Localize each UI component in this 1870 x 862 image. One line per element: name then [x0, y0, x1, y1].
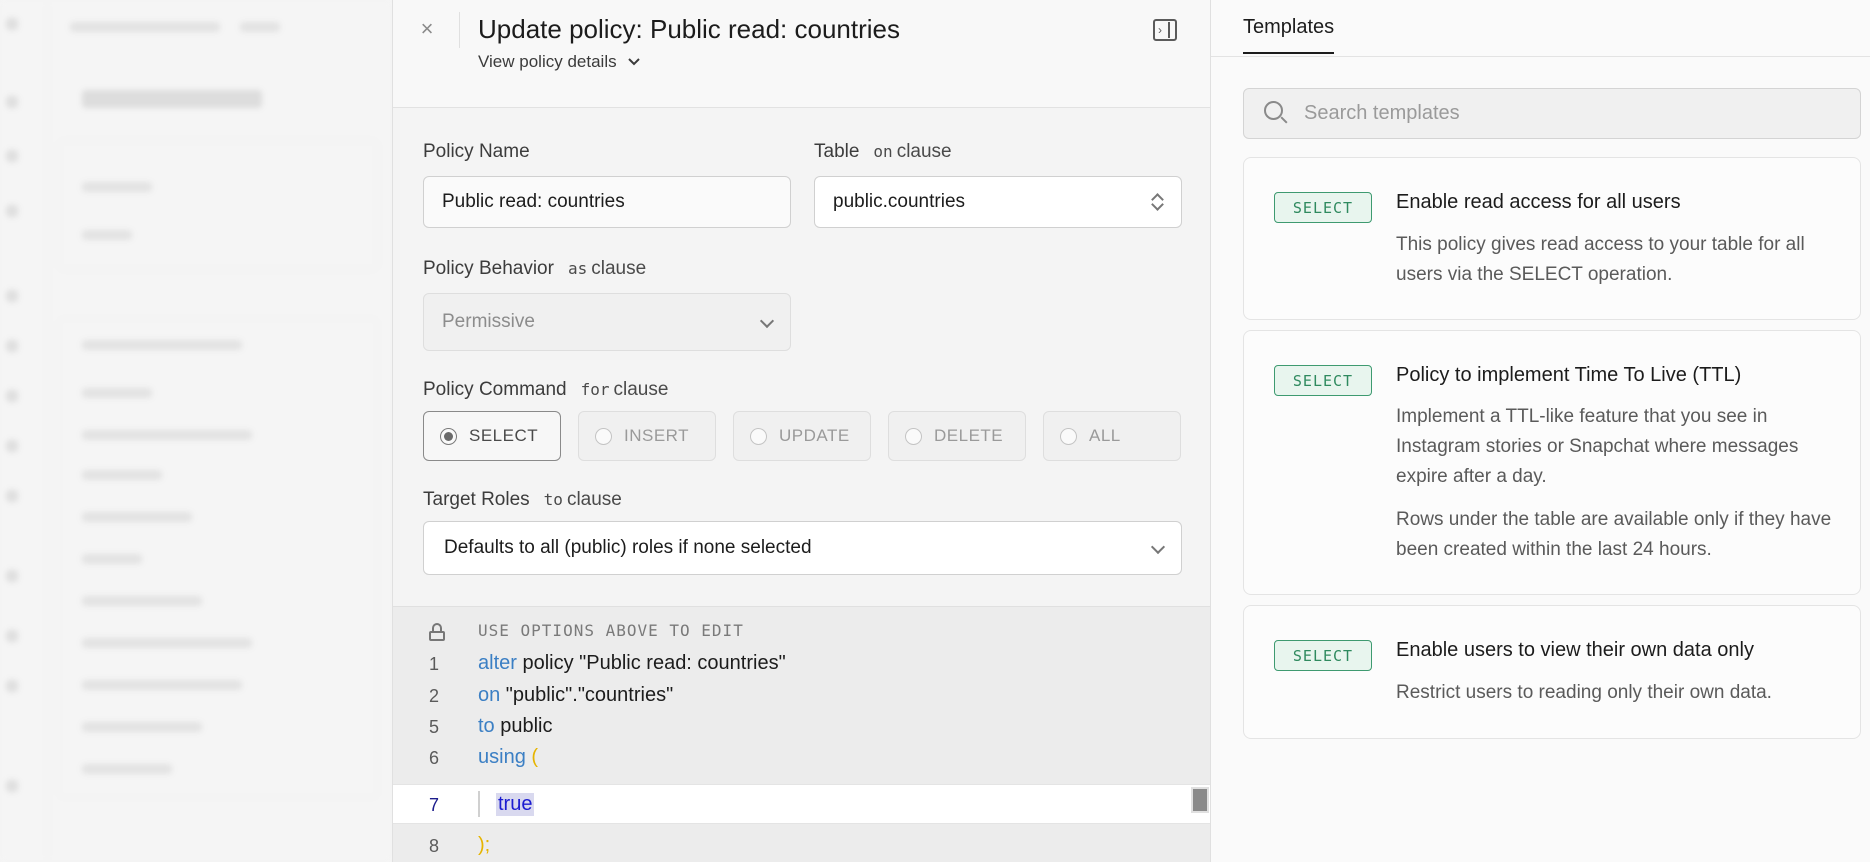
command-option-all[interactable]: ALL — [1043, 411, 1181, 461]
command-option-update[interactable]: UPDATE — [733, 411, 871, 461]
roles-clause-keyword: to — [543, 490, 563, 509]
code-cursor — [478, 791, 480, 817]
view-policy-details-label: View policy details — [478, 52, 617, 71]
template-description: This policy gives read access to your ta… — [1396, 234, 1805, 285]
code-selected-text: true — [496, 793, 535, 816]
template-title: Enable users to view their own data only — [1396, 639, 1754, 661]
command-option-delete[interactable]: DELETE — [888, 411, 1026, 461]
code-keyword: using — [478, 746, 526, 768]
command-option-label: DELETE — [934, 426, 1004, 445]
command-option-label: UPDATE — [779, 426, 850, 445]
command-option-select[interactable]: SELECT — [423, 411, 561, 461]
template-search[interactable] — [1243, 88, 1861, 139]
radio-selected-icon — [440, 427, 457, 445]
background-nav-rail — [0, 0, 48, 862]
behavior-clause-word: clause — [591, 258, 647, 279]
template-description-extra: Rows under the table are available only … — [1396, 509, 1832, 560]
behavior-clause-keyword: as — [567, 259, 588, 278]
code-paren: ( — [525, 746, 539, 768]
template-card[interactable]: SELECT Enable users to view their own da… — [1243, 605, 1861, 739]
radio-icon — [595, 427, 612, 445]
template-card[interactable]: SELECT Enable read access for all users … — [1243, 157, 1861, 320]
command-label: Policy Command for clause — [423, 379, 668, 401]
template-search-input[interactable] — [1304, 102, 1860, 125]
table-clause-keyword: on — [873, 142, 893, 161]
command-clause-word: clause — [613, 379, 669, 400]
toggle-panel-icon[interactable]: › — [1153, 19, 1177, 41]
policy-name-field[interactable]: Public read: countries — [423, 176, 791, 228]
code-keyword: on — [478, 684, 501, 706]
template-description: Restrict users to reading only their own… — [1396, 682, 1772, 703]
template-command-badge: SELECT — [1274, 365, 1372, 396]
command-option-label: SELECT — [469, 426, 539, 445]
template-card[interactable]: SELECT Policy to implement Time To Live … — [1243, 330, 1861, 595]
background-app — [0, 0, 392, 862]
command-label-text: Policy Command — [423, 379, 567, 400]
code-keyword: alter — [478, 652, 517, 674]
lock-icon — [429, 623, 445, 641]
template-command-badge: SELECT — [1274, 192, 1372, 223]
template-description: Implement a TTL-like feature that you se… — [1396, 406, 1799, 487]
code-line-number: 7 — [429, 795, 440, 815]
code-line-number: 6 — [429, 748, 440, 768]
table-select-value: public.countries — [833, 191, 966, 212]
table-label: Table on clause — [814, 141, 952, 163]
code-text: "public"."countries" — [500, 684, 674, 706]
code-paren: ); — [478, 834, 491, 856]
roles-select-value: Defaults to all (public) roles if none s… — [444, 537, 812, 558]
roles-label: Target Roles to clause — [423, 489, 622, 511]
template-title: Enable read access for all users — [1396, 191, 1681, 213]
code-keyword: to — [478, 715, 495, 737]
chevron-down-icon — [627, 58, 640, 66]
table-select[interactable]: public.countries — [814, 176, 1182, 228]
behavior-label-text: Policy Behavior — [423, 258, 554, 279]
page-title: Update policy: Public read: countries — [478, 14, 901, 44]
code-line: using ( — [478, 746, 538, 769]
code-line-number: 8 — [429, 836, 440, 856]
radio-icon — [905, 427, 922, 445]
table-clause-word: clause — [896, 141, 952, 162]
behavior-select-value: Permissive — [442, 311, 535, 332]
code-line-number: 2 — [429, 686, 440, 706]
roles-clause-word: clause — [566, 489, 622, 510]
code-text: public — [494, 715, 553, 737]
table-label-text: Table — [814, 141, 860, 162]
radio-icon — [1060, 427, 1077, 445]
chevron-up-down-icon — [1151, 192, 1163, 212]
command-option-insert[interactable]: INSERT — [578, 411, 716, 461]
search-icon — [1264, 101, 1288, 125]
policy-editor-panel: × Update policy: Public read: countries … — [392, 0, 1210, 862]
editor-header: × Update policy: Public read: countries … — [393, 0, 1210, 108]
policy-name-label: Policy Name — [423, 141, 530, 162]
code-line-number: 5 — [429, 717, 440, 737]
radio-icon — [750, 427, 767, 445]
policy-name-value: Public read: countries — [442, 191, 625, 212]
behavior-select[interactable]: Permissive — [423, 293, 791, 351]
code-scrollbar-thumb[interactable] — [1191, 787, 1209, 813]
code-edit-hint: USE OPTIONS ABOVE TO EDIT — [478, 621, 744, 640]
code-line: alter policy "Public read: countries" — [478, 652, 786, 675]
template-title: Policy to implement Time To Live (TTL) — [1396, 364, 1742, 386]
chevron-down-icon — [759, 313, 775, 329]
chevron-down-icon — [1150, 539, 1166, 555]
roles-label-text: Target Roles — [423, 489, 530, 510]
code-text: policy "Public read: countries" — [516, 652, 786, 674]
templates-panel: Templates SELECT Enable read access for … — [1210, 0, 1870, 862]
roles-select[interactable]: Defaults to all (public) roles if none s… — [423, 521, 1182, 575]
close-icon[interactable]: × — [415, 18, 439, 42]
command-option-label: INSERT — [624, 426, 690, 445]
code-line: on "public"."countries" — [478, 684, 673, 707]
code-line: to public — [478, 715, 553, 738]
header-divider — [459, 12, 460, 48]
code-line-number: 1 — [429, 654, 440, 674]
command-option-label: ALL — [1089, 426, 1121, 445]
template-command-badge: SELECT — [1274, 640, 1372, 671]
tab-templates[interactable]: Templates — [1243, 16, 1335, 54]
code-line: ); — [478, 834, 490, 857]
view-policy-details-toggle[interactable]: View policy details — [478, 52, 641, 72]
behavior-label: Policy Behavior as clause — [423, 258, 646, 280]
templates-tab-bar: Templates — [1211, 0, 1870, 57]
command-clause-keyword: for — [580, 380, 610, 399]
code-active-line[interactable]: 7 true — [393, 784, 1210, 824]
